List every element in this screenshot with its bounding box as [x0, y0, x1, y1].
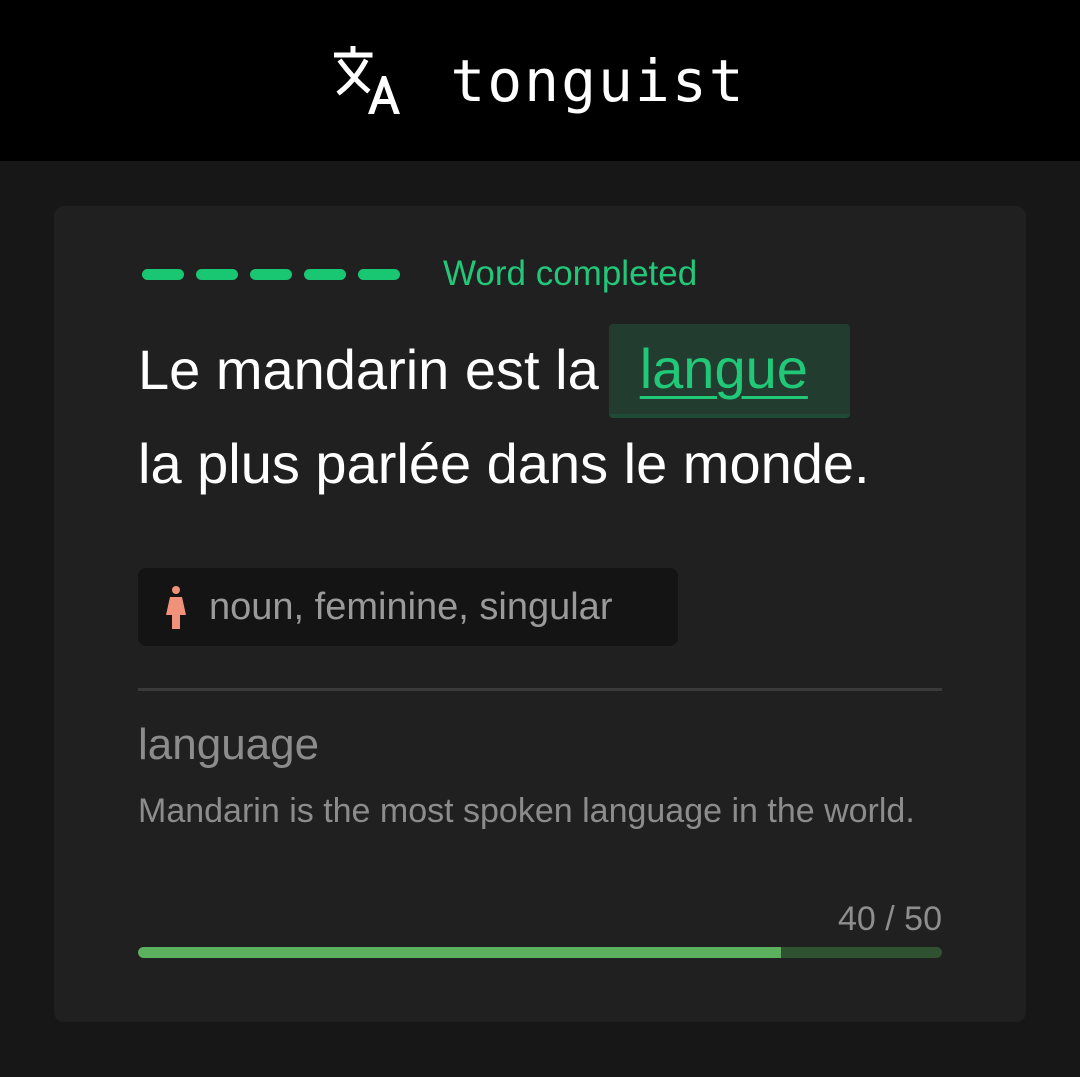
completion-status: Word completed — [142, 254, 697, 294]
grammar-text: noun, feminine, singular — [209, 585, 613, 628]
answer-word-box[interactable]: langue — [608, 324, 850, 418]
step-dash — [142, 268, 184, 280]
progress-bar-fill — [138, 947, 782, 958]
step-dash — [358, 268, 400, 280]
target-sentence: Le mandarin est la langue la plus parlée … — [138, 324, 998, 510]
app-title: tonguist — [450, 46, 746, 115]
progress-count: 40 / 50 — [838, 900, 942, 938]
translation-word: language — [138, 720, 320, 769]
translation-sentence: Mandarin is the most spoken language in … — [138, 792, 915, 830]
sentence-after: la plus parlée dans le monde. — [138, 432, 870, 495]
step-indicator — [142, 268, 400, 280]
exercise-card: Word completed Le mandarin est la langue … — [54, 206, 1026, 1022]
step-dash — [250, 268, 292, 280]
app-header: tonguist — [0, 0, 1080, 161]
sentence-before: Le mandarin est la — [138, 338, 599, 401]
step-dash — [304, 268, 346, 280]
translate-icon — [334, 45, 401, 114]
progress-bar — [138, 947, 942, 958]
divider — [138, 688, 942, 691]
female-person-icon — [166, 586, 186, 629]
grammar-chip: noun, feminine, singular — [138, 568, 678, 646]
step-dash — [196, 268, 238, 280]
status-text: Word completed — [443, 254, 698, 293]
answer-word: langue — [639, 337, 808, 400]
